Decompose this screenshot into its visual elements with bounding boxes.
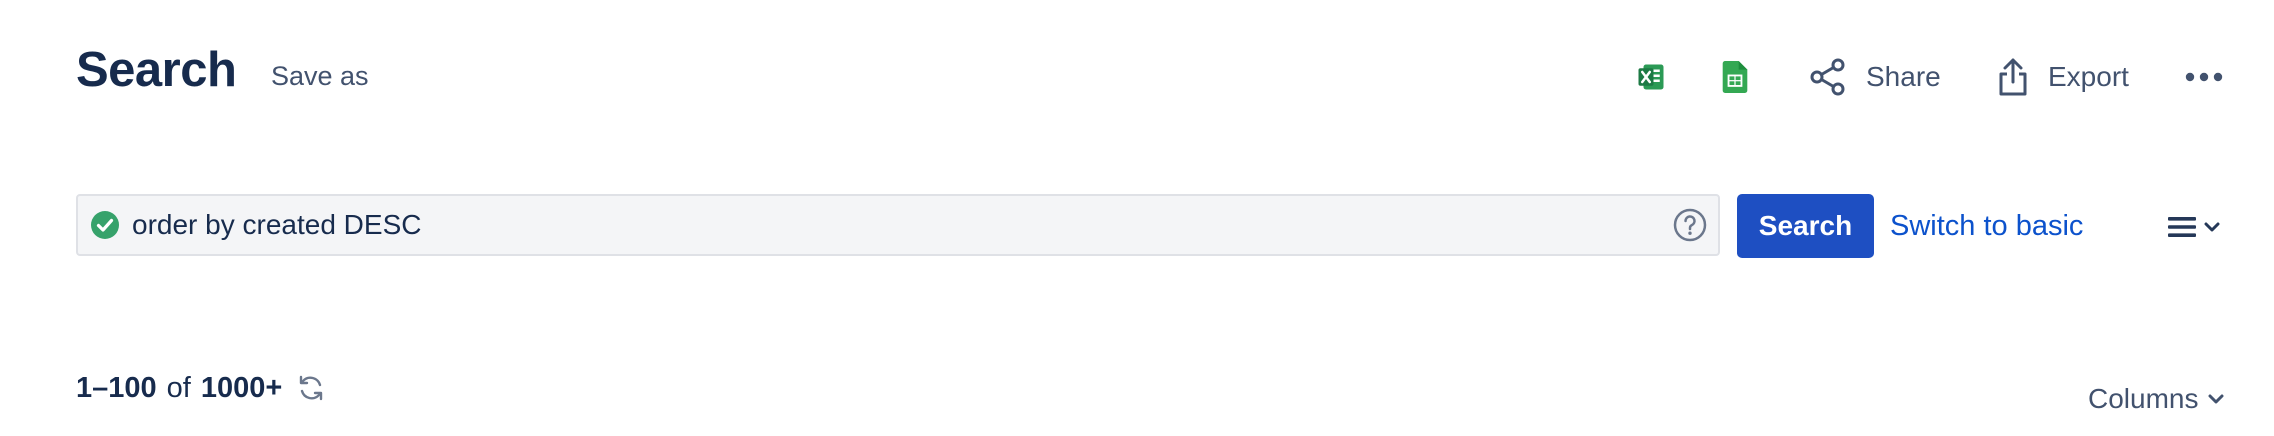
share-button[interactable]: Share — [1808, 52, 1941, 102]
list-view-icon — [2168, 217, 2196, 237]
results-of-label: of — [166, 372, 191, 404]
switch-to-basic-link[interactable]: Switch to basic — [1890, 208, 2083, 244]
export-icon — [1999, 58, 2027, 96]
check-circle-icon — [91, 211, 119, 239]
export-button[interactable]: Export — [1996, 52, 2129, 102]
results-total: 1000+ — [200, 372, 283, 404]
jql-query-text[interactable]: order by created DESC — [132, 209, 1672, 241]
share-icon — [1810, 58, 1845, 96]
more-icon — [2185, 72, 2223, 82]
refresh-icon[interactable] — [296, 373, 326, 403]
google-sheets-icon — [1722, 61, 1748, 93]
question-circle-icon[interactable] — [1672, 207, 1708, 243]
save-as-button[interactable]: Save as — [271, 58, 369, 94]
search-button[interactable]: Search — [1737, 194, 1874, 258]
results-count: 1–100 of 1000+ — [76, 370, 326, 406]
view-options-menu[interactable] — [2166, 210, 2236, 244]
chevron-down-icon — [2208, 394, 2224, 404]
share-label: Share — [1866, 61, 1941, 92]
export-sheets-button[interactable] — [1722, 52, 1748, 102]
more-actions-button[interactable] — [2184, 52, 2224, 102]
jql-search-input[interactable]: order by created DESC — [76, 194, 1720, 256]
excel-icon — [1638, 64, 1664, 90]
export-label: Export — [2048, 61, 2129, 92]
export-excel-button[interactable] — [1636, 52, 1666, 102]
columns-button[interactable]: Columns — [2088, 381, 2224, 417]
page-title: Search — [76, 43, 237, 97]
chevron-down-icon — [2204, 222, 2220, 232]
results-range: 1–100 — [76, 372, 157, 404]
columns-label: Columns — [2088, 383, 2199, 414]
